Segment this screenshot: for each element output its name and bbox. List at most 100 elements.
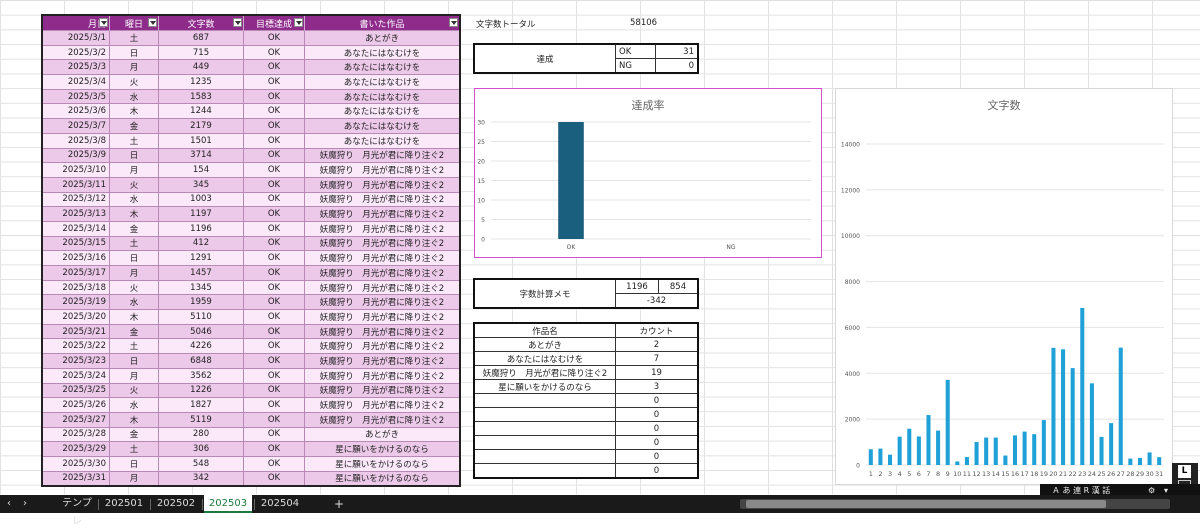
table-cell[interactable]: OK <box>243 250 305 266</box>
table-cell[interactable]: OK <box>243 441 305 457</box>
table-cell[interactable]: 342 <box>158 470 244 487</box>
table-cell[interactable]: 妖魔狩り 月光が君に降り注ぐ2 <box>304 397 461 413</box>
table-cell[interactable]: 日 <box>109 455 159 472</box>
work-name-cell[interactable]: あなたにはなむけを <box>473 351 616 366</box>
bar[interactable] <box>1051 347 1056 465</box>
table-cell[interactable]: 1583 <box>158 88 244 104</box>
table-cell[interactable]: 1235 <box>158 74 244 90</box>
filter-dropdown-icon[interactable] <box>233 18 242 27</box>
scrollbar-thumb[interactable] <box>746 500 1106 508</box>
table-cell[interactable]: 妖魔狩り 月光が君に降り注ぐ2 <box>304 220 461 237</box>
table-cell[interactable]: 1226 <box>158 382 244 398</box>
table-cell[interactable]: 星に願いをかけるのなら <box>304 470 461 487</box>
table-cell[interactable]: 2025/3/19 <box>42 294 110 310</box>
table-cell[interactable]: OK <box>243 103 305 119</box>
table-cell[interactable]: OK <box>243 294 305 310</box>
table-cell[interactable]: 月 <box>109 470 159 487</box>
table-cell[interactable]: 土 <box>109 132 159 148</box>
table-cell[interactable]: 木 <box>109 411 159 428</box>
table-cell[interactable]: 2025/3/2 <box>42 44 110 60</box>
table-cell[interactable]: 2025/3/15 <box>42 235 110 251</box>
table-cell[interactable]: 妖魔狩り 月光が君に降り注ぐ2 <box>304 250 461 266</box>
table-cell[interactable]: 火 <box>109 74 159 90</box>
bar[interactable] <box>1157 457 1162 465</box>
table-cell[interactable]: OK <box>243 279 305 295</box>
bar[interactable] <box>1137 457 1142 465</box>
bar[interactable] <box>897 436 902 465</box>
table-cell[interactable]: 2025/3/4 <box>42 74 110 90</box>
table-cell[interactable]: 2025/3/11 <box>42 176 110 193</box>
table-cell[interactable]: 土 <box>109 441 159 457</box>
sheet-tab[interactable]: テンプレ <box>58 495 96 527</box>
work-name-cell[interactable]: 妖魔狩り 月光が君に降り注ぐ2 <box>473 365 616 380</box>
table-cell[interactable]: 1959 <box>158 294 244 310</box>
table-cell[interactable]: 星に願いをかけるのなら <box>304 455 461 472</box>
work-name-cell[interactable]: 星に願いをかけるのなら <box>473 379 616 394</box>
table-cell[interactable]: 3714 <box>158 147 244 163</box>
table-cell[interactable]: 水 <box>109 397 159 413</box>
table-cell[interactable]: OK <box>243 132 305 148</box>
bar[interactable] <box>1022 431 1027 465</box>
table-cell[interactable]: あなたにはなむけを <box>304 88 461 104</box>
tab-scroll-right-icon[interactable]: › <box>18 495 32 513</box>
table-cell[interactable]: OK <box>243 367 305 383</box>
table-cell[interactable]: 木 <box>109 206 159 222</box>
table-cell[interactable]: 妖魔狩り 月光が君に降り注ぐ2 <box>304 191 461 207</box>
column-header[interactable]: 書いた作品 <box>304 15 461 31</box>
bar[interactable] <box>1061 349 1066 465</box>
table-cell[interactable]: 2025/3/14 <box>42 220 110 237</box>
table-cell[interactable]: 木 <box>109 103 159 119</box>
table-cell[interactable]: 2025/3/29 <box>42 441 110 457</box>
table-cell[interactable]: あなたにはなむけを <box>304 59 461 75</box>
bar[interactable] <box>888 454 893 465</box>
table-cell[interactable]: 日 <box>109 250 159 266</box>
table-cell[interactable]: 1291 <box>158 250 244 266</box>
table-cell[interactable]: あなたにはなむけを <box>304 132 461 148</box>
work-name-cell[interactable] <box>473 435 616 450</box>
table-cell[interactable]: OK <box>243 30 305 46</box>
table-cell[interactable]: OK <box>243 176 305 193</box>
bar[interactable] <box>974 442 979 465</box>
bar[interactable] <box>1099 436 1104 465</box>
table-cell[interactable]: 2025/3/17 <box>42 265 110 281</box>
table-cell[interactable]: 火 <box>109 279 159 295</box>
bar[interactable] <box>1128 458 1133 465</box>
table-cell[interactable]: OK <box>243 353 305 369</box>
work-name-cell[interactable]: あとがき <box>473 337 616 352</box>
achievement-rate-chart[interactable]: 達成率 0 5 10 15 20 25 30 OK NG <box>474 88 822 258</box>
table-cell[interactable]: OK <box>243 470 305 487</box>
table-cell[interactable]: 土 <box>109 338 159 354</box>
table-cell[interactable]: OK <box>243 206 305 222</box>
table-cell[interactable]: 2025/3/30 <box>42 455 110 472</box>
column-header[interactable]: 曜日 <box>109 15 159 31</box>
bar[interactable] <box>1118 347 1123 465</box>
table-cell[interactable]: 妖魔狩り 月光が君に降り注ぐ2 <box>304 382 461 398</box>
table-cell[interactable]: 金 <box>109 118 159 134</box>
table-cell[interactable]: OK <box>243 338 305 354</box>
table-cell[interactable]: OK <box>243 426 305 442</box>
column-header[interactable]: 月日 <box>42 15 110 31</box>
table-cell[interactable]: 星に願いをかけるのなら <box>304 441 461 457</box>
work-count-cell[interactable]: 0 <box>615 463 699 479</box>
bar[interactable] <box>945 379 950 465</box>
table-cell[interactable]: 2025/3/27 <box>42 411 110 428</box>
table-cell[interactable]: 水 <box>109 191 159 207</box>
work-count-cell[interactable]: 0 <box>615 435 699 450</box>
work-name-cell[interactable] <box>473 421 616 436</box>
filter-dropdown-icon[interactable] <box>294 18 303 27</box>
table-cell[interactable]: OK <box>243 147 305 163</box>
add-sheet-button[interactable]: + <box>330 495 348 513</box>
table-cell[interactable]: OK <box>243 411 305 428</box>
table-cell[interactable]: OK <box>243 118 305 134</box>
table-cell[interactable]: 2025/3/9 <box>42 147 110 163</box>
table-cell[interactable]: 日 <box>109 147 159 163</box>
table-cell[interactable]: 280 <box>158 426 244 442</box>
table-cell[interactable]: 火 <box>109 382 159 398</box>
table-cell[interactable]: 妖魔狩り 月光が君に降り注ぐ2 <box>304 162 461 178</box>
bar[interactable] <box>1070 368 1075 465</box>
table-cell[interactable]: 月 <box>109 59 159 75</box>
table-cell[interactable]: 2025/3/21 <box>42 323 110 339</box>
bar[interactable] <box>558 122 584 239</box>
table-cell[interactable]: 154 <box>158 162 244 178</box>
bar[interactable] <box>984 437 989 465</box>
